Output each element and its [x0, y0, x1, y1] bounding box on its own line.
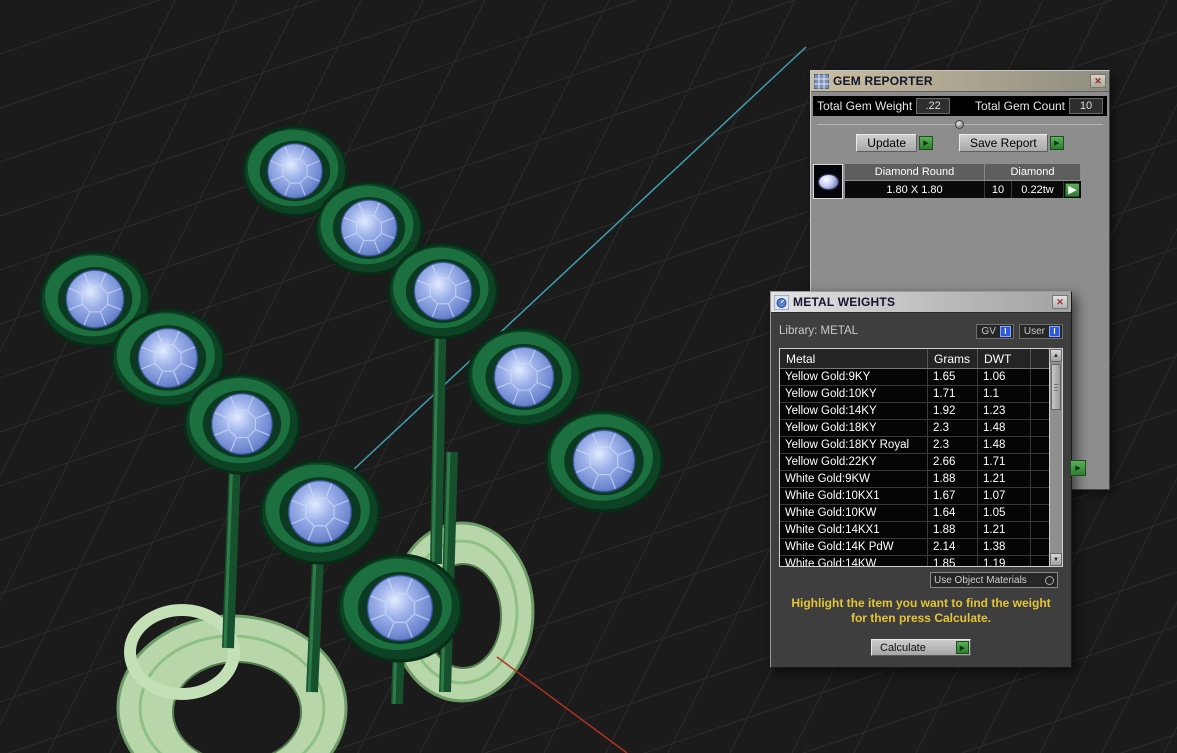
gem-reporter-icon: [814, 73, 829, 89]
gem-setting[interactable]: [387, 242, 499, 340]
table-row[interactable]: White Gold:14KW 1.85 1.19: [780, 556, 1049, 566]
gem-row[interactable]: Diamond Round Diamond 1.80 X 1.80 10 0.22tw ▶: [813, 164, 1107, 199]
gem-size: 1.80 X 1.80: [845, 181, 985, 198]
gem-row-arrow-button[interactable]: ▶: [1065, 182, 1079, 197]
user-button[interactable]: User I: [1018, 323, 1063, 339]
gem-name: Diamond Round: [845, 164, 985, 180]
metal-weights-titlebar[interactable]: METAL WEIGHTS ✕: [771, 292, 1071, 313]
gem-weight: 0.22tw: [1012, 181, 1064, 198]
gem-type: Diamond: [985, 164, 1081, 180]
update-button[interactable]: Update: [856, 134, 917, 152]
calculate-arrow-icon: ▶: [956, 641, 969, 654]
metal-table-header: Metal Grams DWT: [780, 349, 1049, 369]
gem-setting[interactable]: [337, 553, 463, 663]
column-header-metal: Metal: [780, 349, 928, 368]
slider-knob[interactable]: [955, 120, 964, 129]
panel-splitter-slider[interactable]: [817, 118, 1103, 131]
dropdown-circle-icon: [1045, 575, 1054, 585]
gv-button[interactable]: GV I: [976, 323, 1014, 339]
column-header-grams: Grams: [928, 349, 978, 368]
table-row[interactable]: Yellow Gold:9KY 1.65 1.06: [780, 369, 1049, 386]
table-row[interactable]: White Gold:14K PdW 2.14 1.38: [780, 539, 1049, 556]
save-report-button[interactable]: Save Report: [959, 134, 1048, 152]
metal-table: Metal Grams DWT Yellow Gold:9KY 1.65 1.06 Y…: [779, 348, 1063, 567]
table-row[interactable]: White Gold:14KX1 1.88 1.21: [780, 522, 1049, 539]
table-row[interactable]: Yellow Gold:18KY 2.3 1.48: [780, 420, 1049, 437]
scroll-up-icon[interactable]: ▲: [1050, 349, 1062, 362]
table-row[interactable]: Yellow Gold:10KY 1.71 1.1: [780, 386, 1049, 403]
gem-reporter-titlebar[interactable]: GEM REPORTER ✕: [811, 71, 1109, 92]
instruction-text: Highlight the item you want to find the …: [791, 596, 1051, 625]
total-gem-count-label: Total Gem Count: [974, 99, 1065, 113]
table-row[interactable]: White Gold:9KW 1.88 1.21: [780, 471, 1049, 488]
column-header-dwt: DWT: [978, 349, 1031, 368]
calculate-button[interactable]: Calculate ▶: [871, 639, 971, 656]
use-object-materials-dropdown[interactable]: Use Object Materials: [930, 572, 1058, 588]
table-row[interactable]: Yellow Gold:18KY Royal 2.3 1.48: [780, 437, 1049, 454]
metal-weights-panel: METAL WEIGHTS ✕ Library: METAL GV I User…: [770, 291, 1086, 668]
scroll-thumb[interactable]: [1051, 364, 1061, 410]
scroll-down-icon[interactable]: ▼: [1050, 553, 1062, 566]
update-arrow-button[interactable]: ▶: [919, 136, 933, 150]
main-viewport[interactable]: GEM REPORTER ✕ Total Gem Weight .22 Tota…: [0, 0, 1177, 753]
metal-side-arrow-button[interactable]: ▶: [1070, 460, 1086, 476]
gem-count: 10: [985, 181, 1012, 198]
gem-thumbnail-icon: [818, 174, 838, 189]
metal-weights-icon: [774, 294, 789, 310]
gem-setting[interactable]: [544, 409, 664, 513]
gv-info-icon[interactable]: I: [999, 325, 1011, 337]
column-header-spare: [1031, 349, 1049, 368]
table-scrollbar[interactable]: ▲ ▼: [1049, 349, 1062, 566]
total-gem-count-value: 10: [1069, 98, 1103, 114]
table-row[interactable]: Yellow Gold:22KY 2.66 1.71: [780, 454, 1049, 471]
gem-thumbnail: [813, 164, 843, 199]
total-gem-weight-label: Total Gem Weight: [817, 99, 913, 113]
table-row[interactable]: White Gold:10KW 1.64 1.05: [780, 505, 1049, 522]
gem-reporter-close-button[interactable]: ✕: [1090, 74, 1106, 88]
library-row: Library: METAL GV I User I: [779, 322, 1063, 340]
gem-reporter-title: GEM REPORTER: [833, 74, 933, 88]
gem-setting[interactable]: [259, 459, 381, 565]
gem-totals-bar: Total Gem Weight .22 Total Gem Count 10: [813, 96, 1107, 116]
gem-setting[interactable]: [466, 327, 582, 427]
table-row[interactable]: Yellow Gold:14KY 1.92 1.23: [780, 403, 1049, 420]
gem-setting[interactable]: [183, 373, 301, 475]
save-report-arrow-button[interactable]: ▶: [1049, 136, 1064, 150]
use-object-materials-row: Use Object Materials: [784, 572, 1058, 588]
metal-weights-close-button[interactable]: ✕: [1052, 295, 1068, 309]
total-gem-weight-value: .22: [916, 98, 951, 114]
gem-reporter-actions: Update ▶ Save Report ▶: [811, 131, 1109, 156]
table-row[interactable]: White Gold:10KX1 1.67 1.07: [780, 488, 1049, 505]
user-info-icon[interactable]: I: [1049, 325, 1060, 337]
metal-table-body: Yellow Gold:9KY 1.65 1.06 Yellow Gold:10KY 1…: [780, 369, 1049, 566]
metal-weights-title: METAL WEIGHTS: [793, 295, 896, 309]
library-label: Library: METAL: [779, 325, 859, 337]
gem-list: Diamond Round Diamond 1.80 X 1.80 10 0.22tw ▶: [813, 164, 1107, 199]
